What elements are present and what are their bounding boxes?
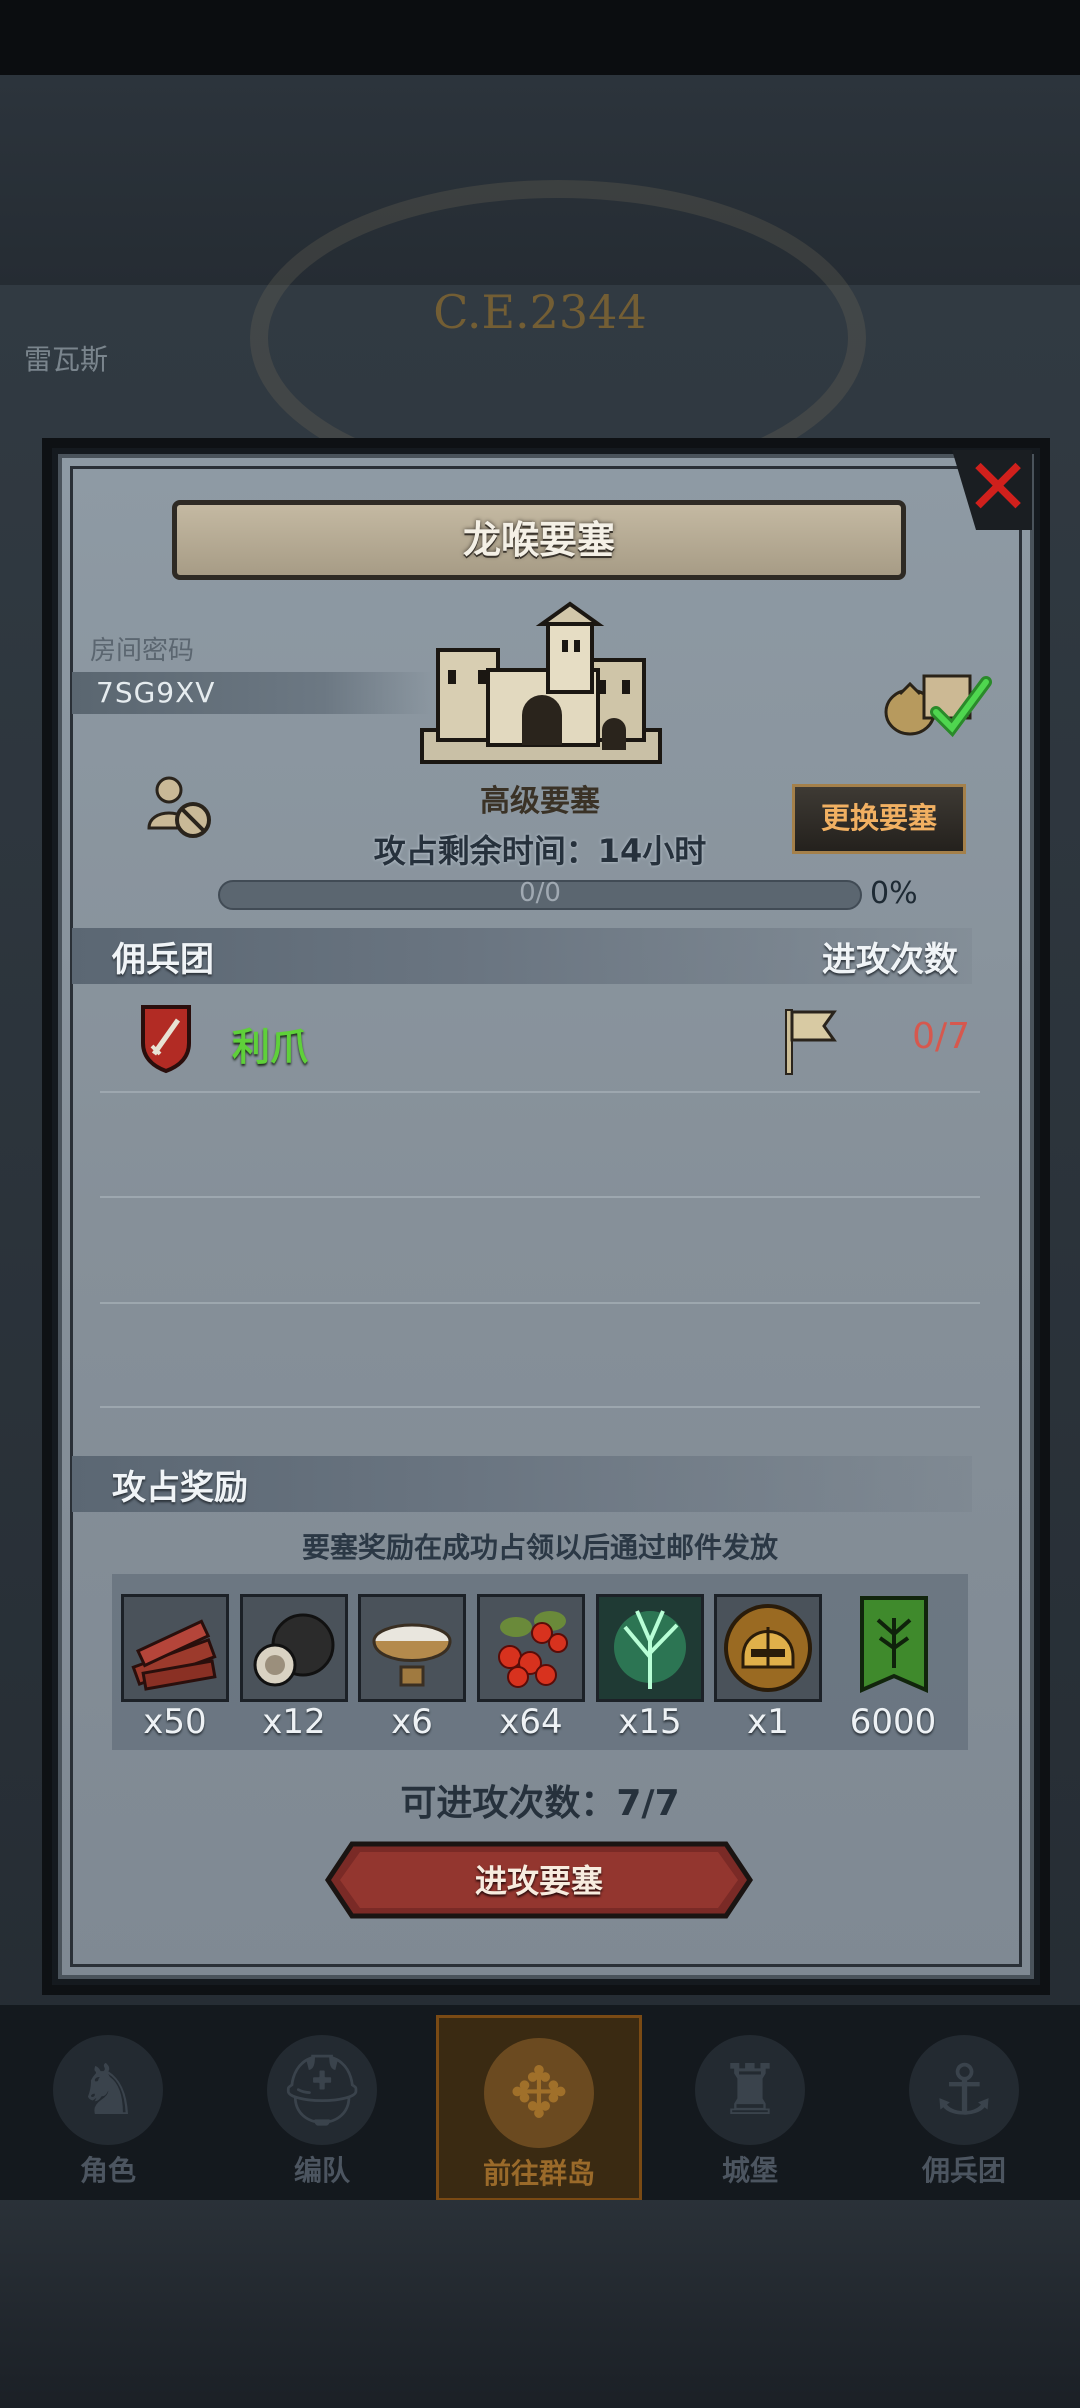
berries-icon — [480, 1597, 582, 1699]
reward-item-truffle[interactable] — [240, 1594, 348, 1702]
reward-item-berries[interactable] — [477, 1594, 585, 1702]
row-divider — [100, 1091, 980, 1093]
close-icon[interactable]: ✕ — [958, 448, 1038, 528]
reward-qty: x1 — [747, 1702, 789, 1742]
nav-item-character[interactable]: ♞ 角色 — [8, 2015, 208, 2195]
dialog-title: 龙喉要塞 — [172, 500, 906, 580]
helmet-icon: ⛑ — [267, 2035, 377, 2145]
reward-header: 攻占奖励 — [112, 1468, 248, 1508]
knight-icon: ♞ — [53, 2035, 163, 2145]
ship-icon: ⚓ — [909, 2035, 1019, 2145]
bowl-icon — [361, 1597, 463, 1699]
background-place-name: 雷瓦斯 — [24, 343, 109, 376]
compass-icon: ✥ — [484, 2038, 594, 2148]
nav-label: 角色 — [79, 2154, 136, 2187]
nav-label: 编队 — [293, 2154, 350, 2187]
nav-item-castle[interactable]: ♜ 城堡 — [650, 2015, 850, 2195]
reward-qty: x50 — [143, 1702, 207, 1742]
room-code-label: 房间密码 — [90, 636, 195, 666]
top-letterbox — [0, 0, 1080, 75]
nav-item-islands[interactable]: ✥ 前往群岛 — [436, 2015, 642, 2201]
nav-item-formation[interactable]: ⛑ 编队 — [222, 2015, 422, 2195]
row-divider — [100, 1196, 980, 1198]
room-code-value[interactable]: 7SG9XV — [96, 676, 215, 709]
background-year: C.E.2344 — [433, 285, 647, 339]
nav-label: 前往群岛 — [482, 2157, 595, 2190]
guild-banner-icon[interactable] — [858, 1594, 930, 1698]
no-person-icon[interactable] — [145, 772, 215, 842]
reward-qty: 6000 — [849, 1702, 937, 1742]
reward-qty: x6 — [391, 1702, 433, 1742]
reward-note: 要塞奖励在成功占领以后通过邮件发放 — [301, 1531, 778, 1564]
golden-helmet-icon — [717, 1597, 819, 1699]
reward-qty: x15 — [618, 1702, 682, 1742]
capture-progress-text: 0/0 — [519, 878, 561, 908]
bottom-letterbox — [0, 2200, 1080, 2408]
attacks-available: 可进攻次数：7/7 — [400, 1783, 680, 1824]
fortress-castle-icon — [420, 601, 662, 764]
castle-icon: ♜ — [695, 2035, 805, 2145]
shield-sword-icon — [141, 1005, 191, 1074]
nav-item-mercenary[interactable]: ⚓ 佣兵团 — [864, 2015, 1064, 2195]
flag-icon — [785, 1009, 837, 1075]
change-fortress-button[interactable]: 更换要塞 — [792, 784, 966, 854]
attacks-header: 进攻次数 — [822, 940, 958, 980]
capture-progress-percent: 0% — [870, 876, 918, 911]
nav-label: 城堡 — [721, 2154, 778, 2187]
reward-item-crystal-tree[interactable] — [596, 1594, 704, 1702]
attack-fortress-label: 进攻要塞 — [474, 1862, 603, 1900]
row-divider — [100, 1302, 980, 1304]
mercenary-header: 佣兵团 — [112, 940, 214, 980]
reward-qty: x64 — [499, 1702, 563, 1742]
truffle-icon — [243, 1597, 345, 1699]
mercenary-name[interactable]: 利爪 — [232, 1016, 308, 1071]
row-divider — [100, 1406, 980, 1408]
reward-qty: x12 — [262, 1702, 326, 1742]
nav-label: 佣兵团 — [921, 2154, 1006, 2187]
capture-time-remaining: 攻占剩余时间：14小时 — [373, 832, 707, 870]
wood-planks-icon — [124, 1597, 226, 1699]
mercenary-attack-count: 0/7 — [912, 1016, 970, 1057]
reward-item-wood[interactable] — [121, 1594, 229, 1702]
green-crystal-tree-icon — [599, 1597, 701, 1699]
bottom-nav: ♞ 角色 ⛑ 编队 ✥ 前往群岛 ♜ 城堡 ⚓ 佣兵团 — [0, 2005, 1080, 2201]
resource-bag-check-icon — [884, 674, 992, 738]
reward-item-bowl[interactable] — [358, 1594, 466, 1702]
reward-item-helmet[interactable] — [714, 1594, 822, 1702]
fortress-level: 高级要塞 — [480, 784, 600, 819]
